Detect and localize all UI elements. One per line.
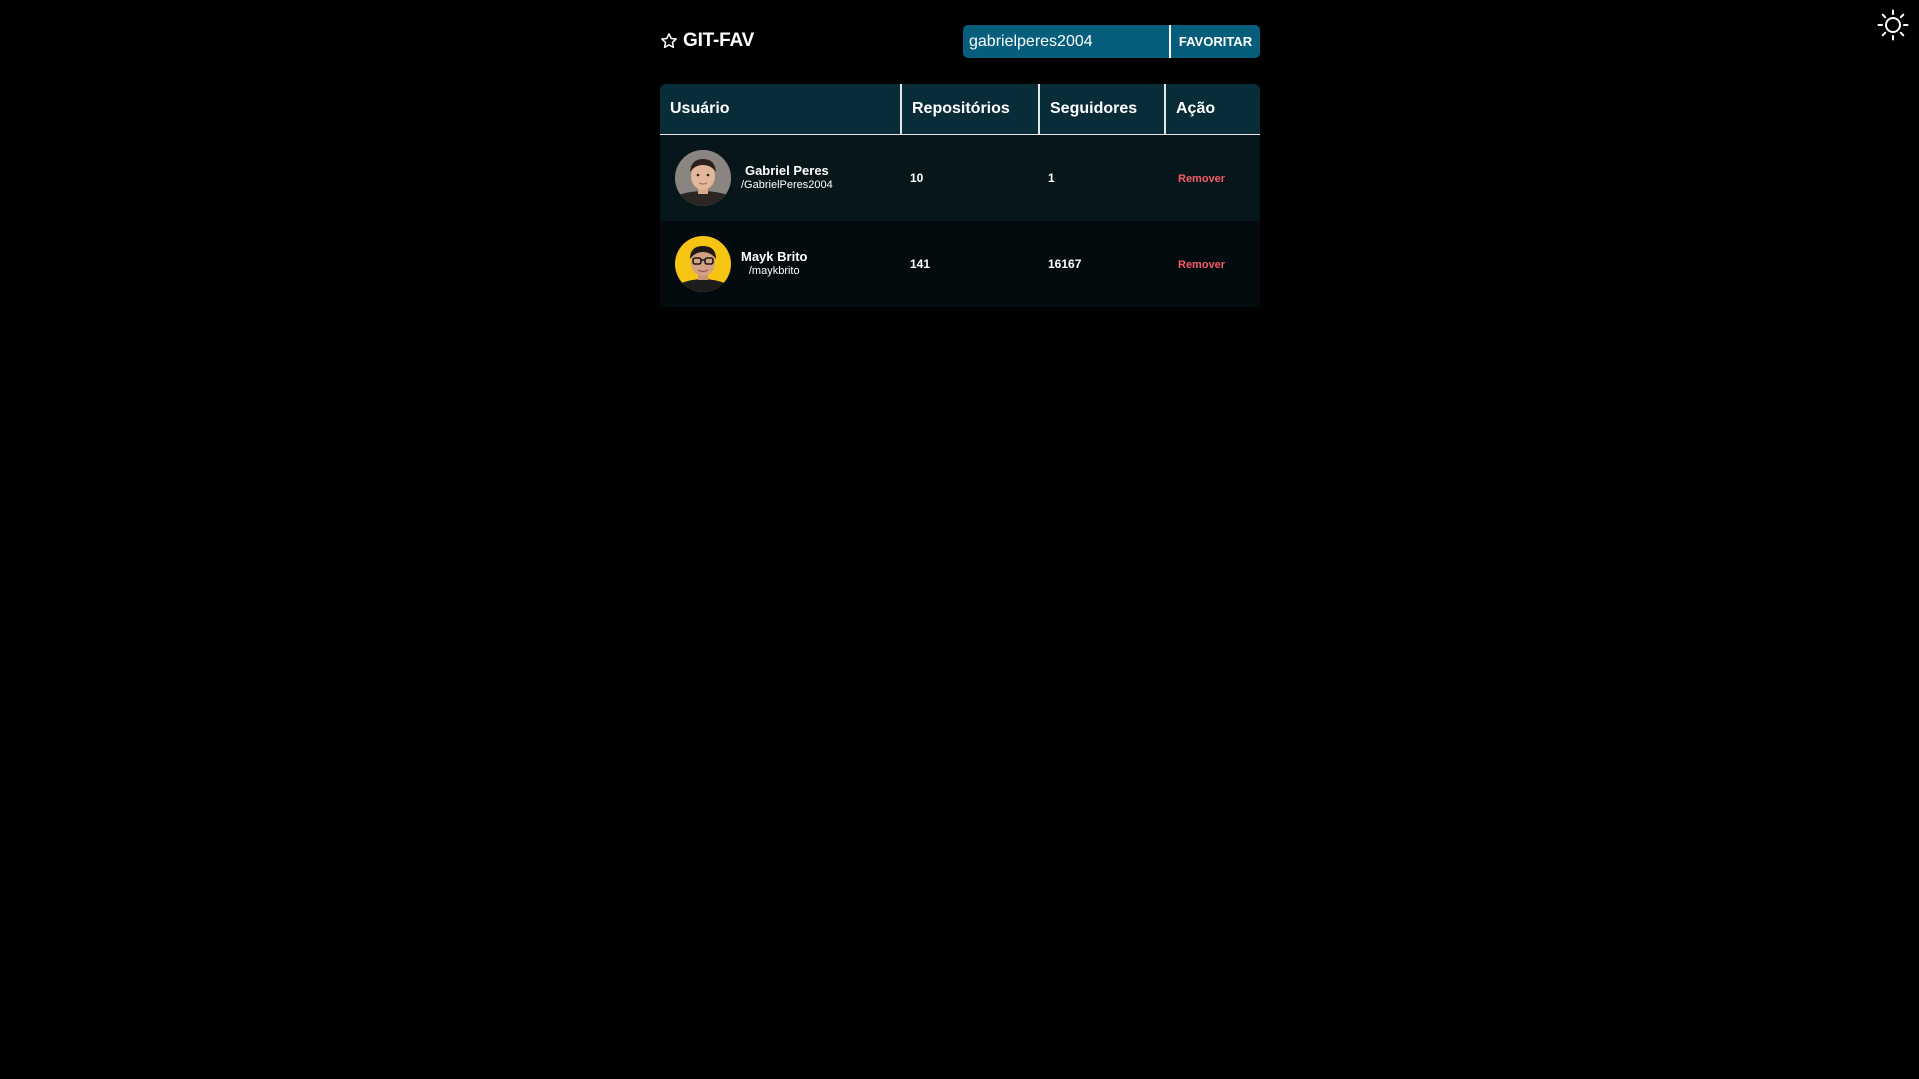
- table-row: Mayk Brito /maykbrito 141 16167 Remover: [660, 221, 1260, 307]
- table-row: Gabriel Peres /GabrielPeres2004 10 1 Rem…: [660, 135, 1260, 221]
- header: GIT-FAV FAVORITAR: [660, 0, 1260, 84]
- star-outline-icon: [661, 33, 677, 49]
- avatar: [675, 150, 731, 206]
- theme-toggle-button[interactable]: [1876, 8, 1910, 42]
- followers-count: 16167: [1038, 221, 1164, 307]
- favorites-table: Usuário Repositórios Seguidores Ação Gab…: [660, 84, 1260, 307]
- action-cell: Remover: [1164, 221, 1260, 307]
- column-header-user: Usuário: [660, 84, 900, 135]
- app-title: GIT-FAV: [683, 30, 755, 51]
- repositories-count: 10: [900, 135, 1038, 221]
- app-page: GIT-FAV FAVORITAR Usuário Repositórios S…: [0, 0, 1919, 1079]
- app-logo: GIT-FAV: [660, 30, 754, 52]
- main-container: GIT-FAV FAVORITAR Usuário Repositórios S…: [660, 0, 1260, 307]
- column-header-followers: Seguidores: [1038, 84, 1164, 135]
- followers-count: 1: [1038, 135, 1164, 221]
- remove-button[interactable]: Remover: [1178, 173, 1225, 185]
- repositories-count: 141: [900, 221, 1038, 307]
- user-name: Gabriel Peres: [744, 163, 829, 178]
- remove-button[interactable]: Remover: [1178, 259, 1225, 271]
- user-cell: Mayk Brito /maykbrito: [660, 221, 900, 307]
- user-login: /maykbrito: [748, 265, 800, 277]
- column-header-repositories: Repositórios: [900, 84, 1038, 135]
- search-input[interactable]: [963, 25, 1169, 58]
- avatar: [675, 236, 731, 292]
- user-cell: Gabriel Peres /GabrielPeres2004: [660, 135, 900, 221]
- user-name: Mayk Brito: [741, 249, 808, 264]
- table-header-row: Usuário Repositórios Seguidores Ação: [660, 84, 1260, 135]
- favorite-button[interactable]: FAVORITAR: [1171, 25, 1260, 58]
- user-login: /GabrielPeres2004: [741, 179, 833, 191]
- search-form: FAVORITAR: [963, 25, 1260, 58]
- column-header-action: Ação: [1164, 84, 1260, 135]
- sun-icon: [1877, 9, 1909, 41]
- action-cell: Remover: [1164, 135, 1260, 221]
